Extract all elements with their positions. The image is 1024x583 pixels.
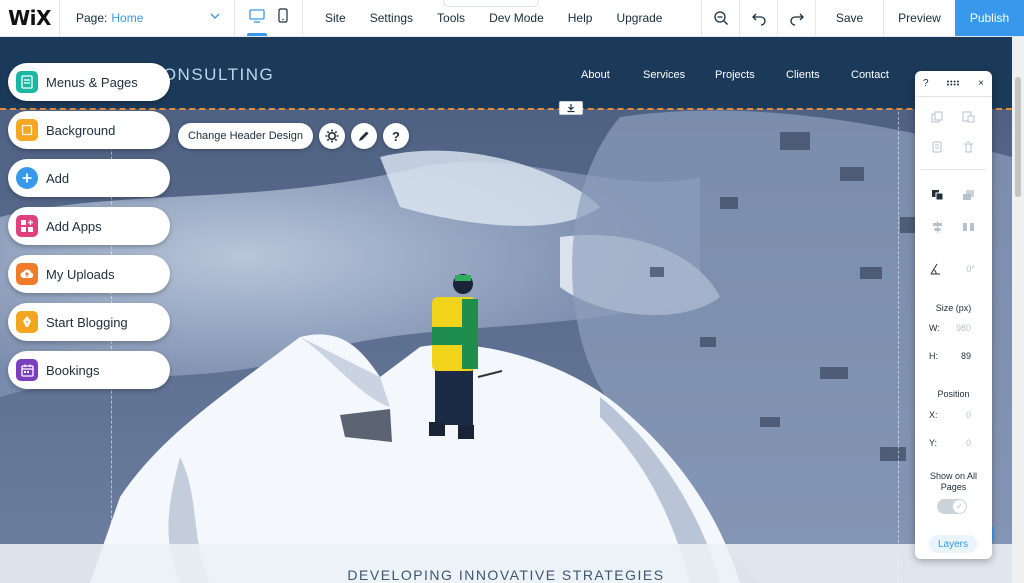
my-uploads-label: My Uploads — [46, 266, 115, 282]
width-input[interactable]: 980 — [931, 323, 971, 333]
page-selector[interactable]: Page: Home — [60, 0, 235, 36]
pen-nib-icon — [16, 311, 38, 333]
menu-settings[interactable]: Settings — [358, 11, 425, 25]
publish-button[interactable]: Publish — [955, 0, 1024, 36]
redo-icon — [789, 13, 804, 26]
topbar-actions: Save Preview Publish — [701, 0, 1024, 36]
panel-help-button[interactable]: ? — [923, 78, 929, 89]
chevron-down-icon — [210, 10, 220, 24]
drag-handle-icon[interactable] — [946, 78, 960, 89]
panel-divider — [921, 169, 986, 170]
rotation-value[interactable]: 0° — [935, 264, 975, 274]
save-button[interactable]: Save — [815, 0, 883, 36]
send-backward-icon[interactable] — [962, 189, 975, 201]
bookings-label: Bookings — [46, 362, 100, 378]
add-apps-label: Add Apps — [46, 218, 102, 234]
panel-header: ? × — [915, 71, 992, 97]
layout-inspector-panel: ? × 0° Size (px) W: 980 H: 89 Position X… — [915, 71, 992, 559]
change-header-design-button[interactable]: Change Header Design — [178, 123, 313, 149]
duplicate-icon[interactable] — [931, 141, 944, 153]
menu-dev-mode[interactable]: Dev Mode — [443, 0, 556, 25]
redo-button[interactable] — [777, 0, 815, 36]
add-label: Add — [46, 170, 70, 186]
bookings-button[interactable]: Bookings — [8, 351, 170, 389]
background-icon — [16, 119, 38, 141]
header-settings-button[interactable] — [318, 123, 345, 149]
copy-icon[interactable] — [931, 111, 944, 123]
size-title: Size (px) — [935, 303, 972, 313]
header-selection-border — [0, 108, 1012, 110]
add-apps-button[interactable]: Add Apps — [8, 207, 170, 245]
mobile-icon[interactable] — [278, 8, 288, 28]
zoom-out-icon — [713, 11, 728, 25]
header-design-button[interactable] — [350, 123, 377, 149]
pages-icon — [16, 71, 38, 93]
menu-upgrade[interactable]: Upgrade — [604, 11, 674, 25]
undo-button[interactable] — [739, 0, 777, 36]
my-uploads-button[interactable]: My Uploads — [8, 255, 170, 293]
start-blogging-button[interactable]: Start Blogging — [8, 303, 170, 341]
header-context-toolbar: Change Header Design ? — [178, 123, 409, 149]
background-button[interactable]: Background — [8, 111, 170, 149]
background-label: Background — [46, 122, 116, 138]
delete-icon[interactable] — [962, 141, 975, 153]
menus-pages-label: Menus & Pages — [46, 74, 138, 90]
preview-button[interactable]: Preview — [883, 0, 955, 36]
download-arrow-icon — [567, 104, 575, 113]
editor-canvas[interactable]: S CONSULTING About Services Projects Cli… — [0, 37, 1024, 583]
height-input[interactable]: 89 — [931, 351, 971, 361]
site-nav-about[interactable]: About — [581, 69, 610, 81]
bring-forward-icon[interactable] — [931, 189, 944, 201]
desktop-icon[interactable] — [249, 8, 265, 28]
show-on-all-pages-toggle[interactable]: ✓ — [937, 499, 967, 514]
menu-site[interactable]: Site — [313, 11, 358, 25]
main-menu: Site Settings Tools Dev Mode Help Upgrad… — [303, 0, 674, 36]
zoom-out-button[interactable] — [701, 0, 739, 36]
align-icon[interactable] — [931, 221, 944, 233]
plus-icon — [16, 167, 38, 189]
start-blogging-label: Start Blogging — [46, 314, 128, 330]
header-help-button[interactable]: ? — [382, 123, 409, 149]
layout-guide-right — [898, 37, 899, 583]
site-nav-projects[interactable]: Projects — [715, 69, 755, 81]
desktop-active-indicator — [247, 33, 267, 36]
site-nav-services[interactable]: Services — [643, 69, 685, 81]
menu-help[interactable]: Help — [556, 11, 605, 25]
site-nav-contact[interactable]: Contact — [851, 69, 889, 81]
pencil-icon — [359, 131, 369, 141]
show-on-all-pages-label: Show on All Pages — [929, 471, 978, 492]
canvas-scrollbar[interactable] — [1012, 37, 1024, 583]
paste-icon[interactable] — [962, 111, 975, 123]
site-nav-clients[interactable]: Clients — [786, 69, 820, 81]
current-page-name: Home — [111, 11, 144, 25]
distribute-icon[interactable] — [962, 221, 975, 233]
editor-topbar: WiX Page: Home Site Settings Tools Dev M… — [0, 0, 1024, 37]
x-input[interactable]: 0 — [931, 410, 971, 420]
tagline-text[interactable]: DEVELOPING INNOVATIVE STRATEGIES — [0, 567, 1012, 583]
position-title: Position — [937, 389, 970, 399]
panel-close-button[interactable]: × — [978, 78, 984, 89]
scrollbar-thumb[interactable] — [1015, 77, 1021, 197]
upload-icon — [16, 263, 38, 285]
layers-button[interactable]: Layers — [929, 535, 977, 553]
y-input[interactable]: 0 — [931, 438, 971, 448]
check-icon: ✓ — [953, 500, 966, 513]
calendar-icon — [16, 359, 38, 381]
menu-tools[interactable]: Tools — [425, 11, 477, 25]
header-resize-handle[interactable] — [559, 101, 583, 115]
wix-logo[interactable]: WiX — [0, 0, 60, 36]
menus-pages-button[interactable]: Menus & Pages — [8, 63, 170, 101]
gear-icon — [325, 129, 339, 143]
undo-icon — [751, 13, 766, 26]
device-switcher — [235, 0, 303, 36]
add-button[interactable]: Add — [8, 159, 170, 197]
apps-icon — [16, 215, 38, 237]
page-label: Page: — [76, 11, 108, 25]
